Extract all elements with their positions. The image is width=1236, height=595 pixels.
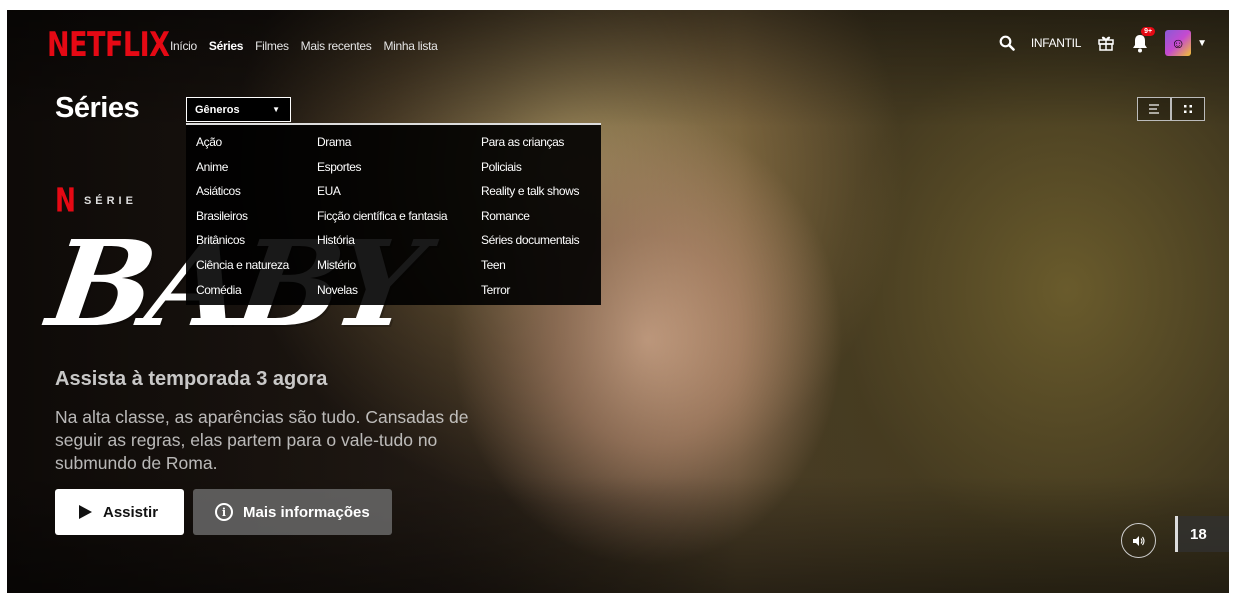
bell-icon[interactable]: 9+ xyxy=(1131,27,1156,53)
avatar[interactable]: ☺ xyxy=(1165,30,1192,56)
genre-item[interactable]: Terror xyxy=(481,281,579,306)
netflix-logo[interactable]: NETFLIX xyxy=(47,26,170,65)
genre-item[interactable]: Drama xyxy=(317,133,447,158)
genres-column-2: Drama Esportes EUA Ficção científica e f… xyxy=(317,133,448,306)
genre-item[interactable]: Britânicos xyxy=(196,231,289,256)
nav-right: INFANTIL 9+ ☺ ▼ xyxy=(999,27,1207,56)
notification-badge: 9+ xyxy=(1141,27,1156,36)
genres-dropdown-button[interactable]: Gêneros ▼ xyxy=(186,97,291,122)
genre-item[interactable]: Ação xyxy=(196,133,289,158)
genre-item[interactable]: Para as crianças xyxy=(481,133,579,158)
genre-item[interactable]: Asiáticos xyxy=(196,182,289,207)
genre-item[interactable]: Esportes xyxy=(317,158,447,183)
netflix-window: NETFLIX Início Séries Filmes Mais recent… xyxy=(7,10,1229,593)
nav-mais-recentes[interactable]: Mais recentes xyxy=(301,39,372,53)
maturity-rating-badge: 18 xyxy=(1175,516,1229,552)
genre-item[interactable]: Anime xyxy=(196,158,289,183)
play-button[interactable]: Assistir xyxy=(55,489,184,535)
chevron-down-icon: ▼ xyxy=(272,105,280,114)
genre-item[interactable]: Brasileiros xyxy=(196,207,289,232)
genre-item[interactable]: Comédia xyxy=(196,281,289,306)
genres-menu: Ação Anime Asiáticos Brasileiros Britâni… xyxy=(186,123,601,305)
genre-item[interactable]: Reality e talk shows xyxy=(481,182,579,207)
genres-column-1: Ação Anime Asiáticos Brasileiros Britâni… xyxy=(196,133,289,305)
top-nav: NETFLIX Início Séries Filmes Mais recent… xyxy=(7,10,1229,80)
series-label: SÉRIE xyxy=(83,194,137,207)
play-label: Assistir xyxy=(103,503,159,521)
genre-item[interactable]: Novelas xyxy=(317,281,447,306)
season-line: Assista à temporada 3 agora xyxy=(55,368,328,390)
grid-view-icon[interactable] xyxy=(1171,97,1205,121)
nav-series[interactable]: Séries xyxy=(209,39,244,53)
gift-icon[interactable] xyxy=(1097,34,1115,52)
synopsis: Na alta classe, as aparências são tudo. … xyxy=(55,407,469,473)
kids-link[interactable]: INFANTIL xyxy=(1031,36,1082,50)
series-badge: N SÉRIE xyxy=(55,182,137,220)
genre-item[interactable]: Policiais xyxy=(481,158,579,183)
genre-item[interactable]: História xyxy=(317,231,447,256)
view-toggle xyxy=(1137,97,1205,121)
nav-filmes[interactable]: Filmes xyxy=(255,39,289,53)
nav-inicio[interactable]: Início xyxy=(170,39,197,53)
nav-minha-lista[interactable]: Minha lista xyxy=(383,39,437,53)
genre-item[interactable]: Séries documentais xyxy=(481,231,580,256)
genre-item[interactable]: Mistério xyxy=(317,256,447,281)
search-icon[interactable] xyxy=(999,35,1015,51)
page-title: Séries xyxy=(55,92,140,124)
genre-item[interactable]: Ciência e natureza xyxy=(196,256,289,281)
more-info-label: Mais informações xyxy=(243,503,370,521)
info-icon: i xyxy=(215,503,233,521)
genre-item[interactable]: Romance xyxy=(481,207,579,232)
nav-links: Início Séries Filmes Mais recentes Minha… xyxy=(170,39,438,53)
play-icon xyxy=(79,505,92,519)
genres-column-3: Para as crianças Policiais Reality e tal… xyxy=(481,133,580,306)
genre-item[interactable]: Ficção científica e fantasia xyxy=(317,207,448,232)
genre-item[interactable]: Teen xyxy=(481,256,579,281)
volume-icon[interactable] xyxy=(1121,523,1156,558)
genres-label: Gêneros xyxy=(195,103,240,116)
more-info-button[interactable]: i Mais informações xyxy=(193,489,392,535)
list-view-icon[interactable] xyxy=(1137,97,1171,121)
chevron-down-icon[interactable]: ▼ xyxy=(1197,38,1207,49)
genre-item[interactable]: EUA xyxy=(317,182,447,207)
